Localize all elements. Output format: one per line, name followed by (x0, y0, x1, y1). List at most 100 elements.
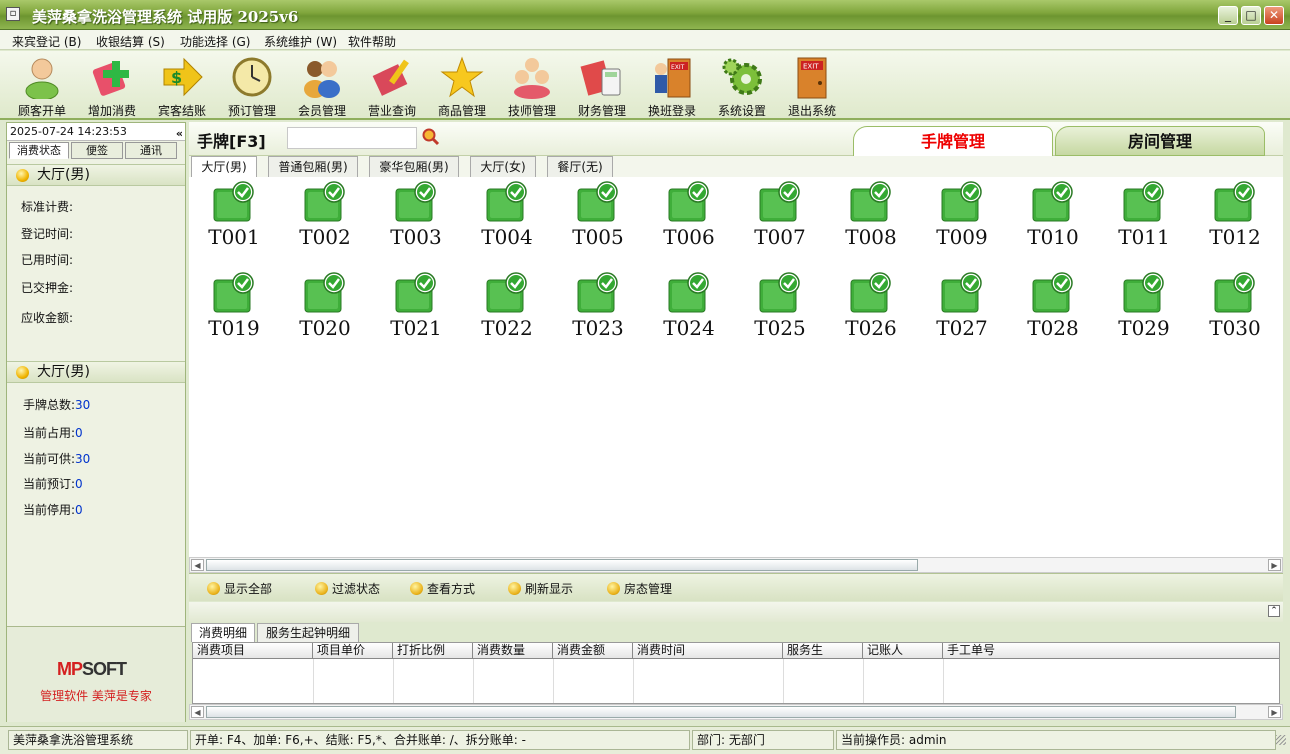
available-tag-icon (1032, 272, 1073, 313)
tag-cell[interactable]: T020 (280, 268, 370, 358)
tag-cell[interactable]: T010 (1008, 177, 1098, 267)
tag-cell[interactable]: T019 (189, 268, 279, 358)
grid-horizontal-scrollbar[interactable]: ◀ ▶ (189, 557, 1283, 573)
tag-number: T009 (936, 225, 988, 249)
menu-maintenance[interactable]: 系统维护 (W) (264, 33, 337, 50)
tag-cell[interactable]: T025 (735, 268, 825, 358)
room-tab-hall-female[interactable]: 大厅(女) (470, 156, 536, 177)
search-icon[interactable] (422, 128, 440, 146)
technician-management-button[interactable]: 技师管理 (499, 53, 565, 119)
tag-cell[interactable]: T006 (644, 177, 734, 267)
menu-checkout[interactable]: 收银结算 (S) (96, 33, 165, 50)
shift-login-button[interactable]: EXIT 换班登录 (639, 53, 705, 119)
tag-cell[interactable]: T007 (735, 177, 825, 267)
filter-status-button[interactable]: 过滤状态 (315, 580, 380, 597)
tag-cell[interactable]: T023 (553, 268, 643, 358)
available-tag-icon (668, 272, 709, 313)
expand-up-icon[interactable]: ⌃ (1268, 605, 1280, 617)
datetime-display: 2025-07-24 14:23:53 « (7, 123, 185, 141)
reservation-button[interactable]: 预订管理 (219, 53, 285, 119)
table-horizontal-scrollbar[interactable]: ◀ ▶ (189, 704, 1283, 720)
col-item[interactable]: 消费项目 (193, 643, 313, 659)
scroll-right-icon[interactable]: ▶ (1268, 706, 1281, 718)
tag-search-bar: 手牌[F3] 手牌管理 房间管理 (189, 122, 1283, 156)
label-register-time: 登记时间: (21, 227, 74, 241)
room-tab-luxury-box-male[interactable]: 豪华包厢(男) (369, 156, 459, 177)
scrollbar-thumb[interactable] (206, 559, 918, 571)
product-management-button[interactable]: 商品管理 (429, 53, 495, 119)
tag-cell[interactable]: T008 (826, 177, 916, 267)
tag-cell[interactable]: T001 (189, 177, 279, 267)
left-panel-tabs: 消费状态 便签 通讯 (7, 142, 185, 160)
refresh-button[interactable]: 刷新显示 (508, 580, 573, 597)
tag-cell[interactable]: T009 (917, 177, 1007, 267)
add-consumption-button[interactable]: 增加消费 (79, 53, 145, 119)
tag-cell[interactable]: T002 (280, 177, 370, 267)
tag-number: T008 (845, 225, 897, 249)
col-manual-number[interactable]: 手工单号 (943, 643, 1279, 659)
stat-available: 当前可供:30 (23, 452, 91, 466)
menu-functions[interactable]: 功能选择 (G) (180, 33, 250, 50)
tab-communication[interactable]: 通讯 (125, 142, 177, 159)
collapse-panel-icon[interactable]: « (176, 125, 183, 142)
available-tag-icon (486, 272, 527, 313)
tag-search-input[interactable] (287, 127, 417, 149)
show-all-button[interactable]: 显示全部 (207, 580, 272, 597)
system-menu-icon[interactable]: ▫ (6, 7, 20, 21)
tab-consumption-status[interactable]: 消费状态 (9, 142, 69, 159)
tab-waiter-clock-detail[interactable]: 服务生起钟明细 (257, 623, 359, 642)
col-quantity[interactable]: 消费数量 (473, 643, 553, 659)
scroll-left-icon[interactable]: ◀ (191, 559, 204, 571)
tag-cell[interactable]: T005 (553, 177, 643, 267)
scroll-left-icon[interactable]: ◀ (191, 706, 204, 718)
room-tab-hall-male[interactable]: 大厅(男) (191, 156, 257, 177)
col-unit-price[interactable]: 项目单价 (313, 643, 393, 659)
col-waiter[interactable]: 服务生 (783, 643, 863, 659)
col-bookkeeper[interactable]: 记账人 (863, 643, 943, 659)
maximize-button[interactable]: □ (1241, 6, 1261, 25)
available-tag-icon (213, 181, 254, 222)
tab-consumption-detail[interactable]: 消费明细 (191, 623, 255, 642)
tag-cell[interactable]: T029 (1099, 268, 1189, 358)
menu-help[interactable]: 软件帮助 (348, 33, 396, 50)
col-discount[interactable]: 打折比例 (393, 643, 473, 659)
room-tab-restaurant[interactable]: 餐厅(无) (547, 156, 613, 177)
menu-guest-register[interactable]: 来宾登记 (B) (12, 33, 81, 50)
member-management-button[interactable]: 会员管理 (289, 53, 355, 119)
finance-management-button[interactable]: 财务管理 (569, 53, 635, 119)
col-amount[interactable]: 消费金额 (553, 643, 633, 659)
tab-notes[interactable]: 便签 (71, 142, 123, 159)
tag-cell[interactable]: T026 (826, 268, 916, 358)
room-status-button[interactable]: 房态管理 (607, 580, 672, 597)
col-time[interactable]: 消费时间 (633, 643, 783, 659)
scrollbar-thumb[interactable] (206, 706, 1236, 718)
customer-icon (25, 58, 59, 99)
tab-room-management[interactable]: 房间管理 (1055, 126, 1265, 156)
tag-cell[interactable]: T024 (644, 268, 734, 358)
tab-tag-management[interactable]: 手牌管理 (853, 126, 1053, 156)
view-mode-button[interactable]: 查看方式 (410, 580, 475, 597)
available-tag-icon (577, 181, 618, 222)
tag-cell[interactable]: T030 (1190, 268, 1280, 358)
tag-cell[interactable]: T022 (462, 268, 552, 358)
tag-cell[interactable]: T011 (1099, 177, 1189, 267)
tag-cell[interactable]: T012 (1190, 177, 1280, 267)
tag-cell[interactable]: T021 (371, 268, 461, 358)
customer-open-button[interactable]: 顾客开单 (9, 53, 75, 119)
minimize-button[interactable]: _ (1218, 6, 1238, 25)
system-settings-button[interactable]: 系统设置 (709, 53, 775, 119)
tag-cell[interactable]: T003 (371, 177, 461, 267)
exit-system-button[interactable]: EXIT 退出系统 (779, 53, 845, 119)
tag-cell[interactable]: T027 (917, 268, 1007, 358)
guest-checkout-button[interactable]: $ 宾客结账 (149, 53, 215, 119)
label-standard-fee: 标准计费: (21, 200, 74, 214)
room-tab-standard-box-male[interactable]: 普通包厢(男) (268, 156, 358, 177)
resize-grip-icon[interactable] (1276, 735, 1286, 745)
col-divider (393, 659, 394, 703)
close-button[interactable]: ✕ (1264, 6, 1284, 25)
available-tag-icon (304, 181, 345, 222)
scroll-right-icon[interactable]: ▶ (1268, 559, 1281, 571)
business-query-button[interactable]: 营业查询 (359, 53, 425, 119)
tag-cell[interactable]: T028 (1008, 268, 1098, 358)
tag-cell[interactable]: T004 (462, 177, 552, 267)
